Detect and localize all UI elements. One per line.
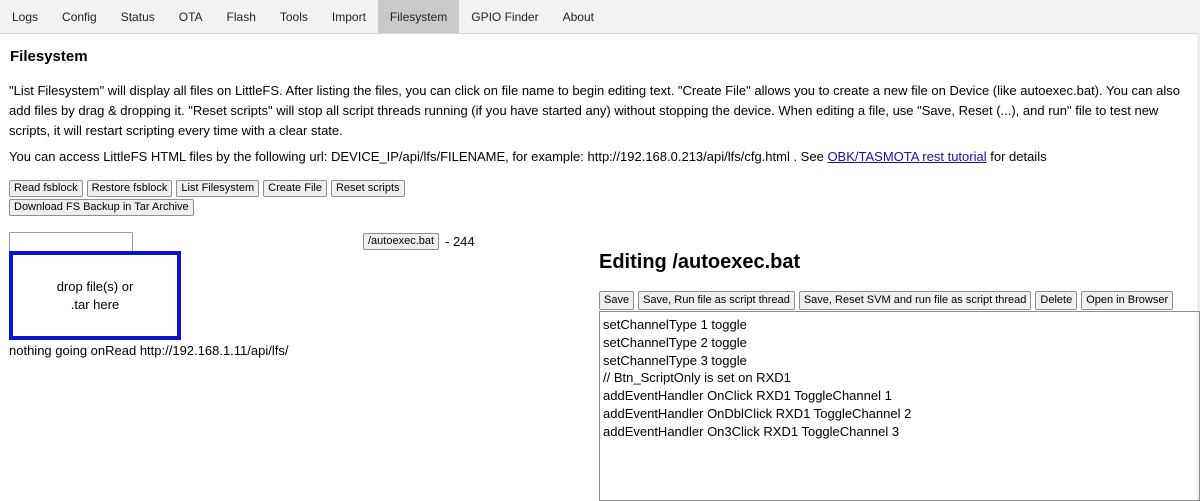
download-backup-button[interactable]: Download FS Backup in Tar Archive xyxy=(9,199,194,216)
tab-status[interactable]: Status xyxy=(109,0,167,33)
open-in-browser-button[interactable]: Open in Browser xyxy=(1081,291,1174,310)
dropzone-text-line1: drop file(s) or xyxy=(56,278,134,294)
reset-scripts-button[interactable]: Reset scripts xyxy=(330,180,405,197)
upload-status-text: nothing going onRead http://192.168.1.11… xyxy=(9,343,289,358)
editor-line: addEventHandler OnDblClick RXD1 ToggleCh… xyxy=(603,405,912,421)
dropzone-text-line2: .tar here xyxy=(70,296,120,312)
tab-config[interactable]: Config xyxy=(50,0,109,33)
fs-backup-row: Download FS Backup in Tar Archive xyxy=(9,199,194,216)
page-title: Filesystem xyxy=(10,48,88,65)
editor-line: addEventHandler On3Click RXD1 ToggleChan… xyxy=(603,423,900,439)
tab-flash[interactable]: Flash xyxy=(215,0,268,33)
new-file-name-input[interactable] xyxy=(9,232,133,252)
access-suffix: for details xyxy=(986,149,1047,164)
rest-tutorial-link[interactable]: OBK/TASMOTA rest tutorial xyxy=(827,149,986,164)
top-nav-tabs: Logs Config Status OTA Flash Tools Impor… xyxy=(0,0,1200,34)
tab-import[interactable]: Import xyxy=(320,0,378,33)
editor-line: // Btn_ScriptOnly is set on RXD1 xyxy=(603,370,791,386)
tab-ota[interactable]: OTA xyxy=(167,0,215,33)
tab-filesystem[interactable]: Filesystem xyxy=(377,0,460,33)
file-size: - 244 xyxy=(445,234,475,249)
access-info: You can access LittleFS HTML files by th… xyxy=(9,149,1047,164)
file-link-autoexec[interactable]: /autoexec.bat xyxy=(363,233,440,250)
editor-heading: Editing /autoexec.bat xyxy=(599,251,801,273)
save-reset-run-button[interactable]: Save, Reset SVM and run file as script t… xyxy=(798,291,1032,310)
create-file-button[interactable]: Create File xyxy=(263,180,327,197)
page-description: "List Filesystem" will display all files… xyxy=(9,83,1180,138)
editor-line: setChannelType 1 toggle xyxy=(603,317,747,332)
tab-gpio-finder[interactable]: GPIO Finder xyxy=(459,0,550,33)
editor-line: setChannelType 3 toggle xyxy=(603,352,747,368)
access-text: You can access LittleFS HTML files by th… xyxy=(9,149,828,164)
file-dropzone[interactable]: drop file(s) or .tar here xyxy=(9,251,181,340)
list-filesystem-button[interactable]: List Filesystem xyxy=(176,180,260,197)
save-button[interactable]: Save xyxy=(599,291,635,310)
read-fsblock-button[interactable]: Read fsblock xyxy=(9,180,83,197)
editor-line: addEventHandler OnClick RXD1 ToggleChann… xyxy=(603,388,892,404)
restore-fsblock-button[interactable]: Restore fsblock xyxy=(86,180,173,197)
tab-about[interactable]: About xyxy=(551,0,606,33)
fs-action-buttons: Read fsblock Restore fsblock List Filesy… xyxy=(9,180,405,197)
delete-button[interactable]: Delete xyxy=(1035,291,1078,310)
save-run-button[interactable]: Save, Run file as script thread xyxy=(638,291,795,310)
tab-tools[interactable]: Tools xyxy=(268,0,320,33)
tab-logs[interactable]: Logs xyxy=(0,0,50,33)
editor-buttons: Save Save, Run file as script thread Sav… xyxy=(599,291,1174,310)
editor-line: setChannelType 2 toggle xyxy=(603,334,747,350)
script-editor-textarea[interactable]: setChannelType 1 toggle setChannelType 2… xyxy=(599,311,1200,501)
